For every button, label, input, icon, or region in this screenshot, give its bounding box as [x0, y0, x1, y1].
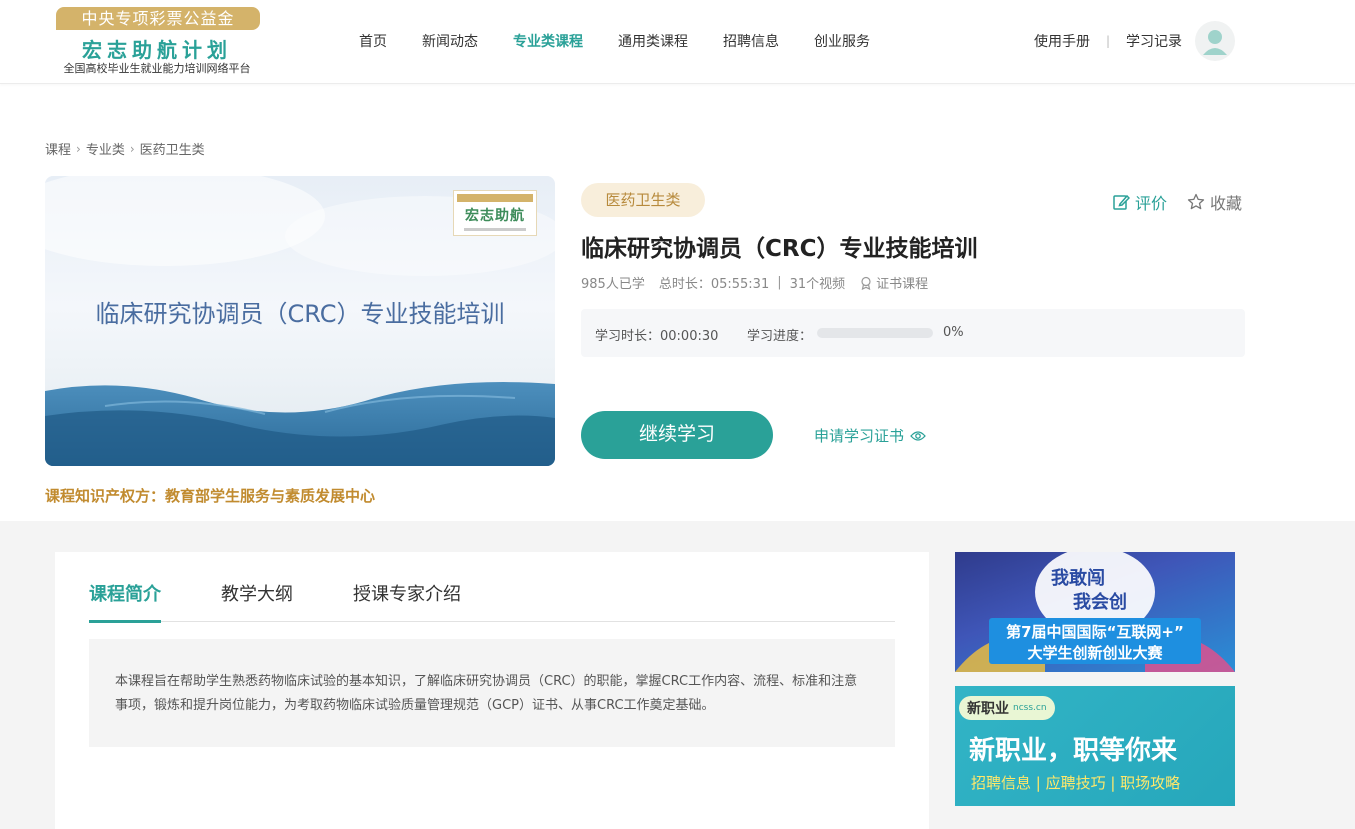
- course-meta: 985人已学 总时长：05:55:31 | 31个视频 证书课程: [581, 273, 929, 292]
- apply-certificate-link[interactable]: 申请学习证书: [814, 425, 926, 446]
- breadcrumb-courses[interactable]: 课程: [45, 139, 71, 158]
- tab-intro[interactable]: 课程简介: [89, 580, 161, 623]
- cover-badge-text: 宏志助航: [465, 208, 525, 224]
- cover-title: 临床研究协调员（CRC）专业技能培训: [95, 300, 505, 328]
- nav-recruitment[interactable]: 招聘信息: [723, 31, 779, 51]
- eye-icon: [910, 430, 926, 441]
- progress-percent: 0%: [943, 325, 964, 340]
- breadcrumb: 课程 › 专业类 › 医药卫生类: [45, 139, 205, 159]
- new-career-headline: 新职业，职等你来: [969, 736, 1178, 766]
- course-tabs: 课程简介 教学大纲 授课专家介绍: [89, 580, 895, 623]
- new-career-banner[interactable]: 新职业 ncss.cn 新职业，职等你来 招聘信息 | 应聘技巧 | 职场攻略: [955, 686, 1235, 806]
- tab-syllabus[interactable]: 教学大纲: [221, 580, 293, 622]
- contest-title-line-1: 第7届中国国际“互联网+”: [1006, 623, 1184, 641]
- study-records-link[interactable]: 学习记录: [1126, 31, 1182, 51]
- course-title: 临床研究协调员（CRC）专业技能培训: [581, 236, 978, 262]
- logo-top-text: 中央专项彩票公益金: [56, 7, 260, 30]
- course-actions: 评价 收藏: [1112, 190, 1242, 214]
- new-career-links: 招聘信息 | 应聘技巧 | 职场攻略: [971, 774, 1181, 792]
- contest-title-line-2: 大学生创新创业大赛: [1027, 644, 1163, 662]
- favorite-button[interactable]: 收藏: [1187, 190, 1242, 214]
- main-nav: 首页 新闻动态 专业类课程 通用类课程 招聘信息 创业服务: [359, 31, 905, 51]
- breadcrumb-professional[interactable]: 专业类: [86, 139, 125, 158]
- course-intro-text: 本课程旨在帮助学生熟悉药物临床试验的基本知识，了解临床研究协调员（CRC）的职能…: [89, 639, 895, 747]
- new-career-brand: 新职业: [967, 701, 1009, 717]
- cover-logo-badge: 宏志助航: [453, 190, 537, 236]
- cert-course-label: 证书课程: [876, 277, 929, 292]
- site-header: 中央专项彩票公益金 宏志助航计划 全国高校毕业生就业能力培训网络平台 首页 新闻…: [0, 0, 1355, 84]
- study-progress-label: 学习进度：: [747, 329, 813, 344]
- study-time: 学习时长：00:00:30: [595, 329, 719, 344]
- tab-experts[interactable]: 授课专家介绍: [353, 580, 461, 622]
- user-avatar[interactable]: [1195, 21, 1235, 61]
- contest-slogan-1: 我敢闯: [1051, 568, 1105, 589]
- progress-bar: [817, 328, 933, 338]
- logo-main-text: 宏志助航计划: [82, 38, 232, 62]
- chevron-right-icon: ›: [76, 141, 81, 156]
- chevron-right-icon: ›: [129, 141, 135, 156]
- continue-learning-button[interactable]: 继续学习: [581, 411, 773, 459]
- contest-slogan-2: 我会创: [1073, 592, 1127, 613]
- ip-owner-text: 课程知识产权方：教育部学生服务与素质发展中心: [45, 487, 376, 505]
- cert-course-badge: 证书课程: [859, 273, 928, 292]
- breadcrumb-medical[interactable]: 医药卫生类: [140, 139, 205, 158]
- rate-label: 评价: [1135, 194, 1168, 213]
- apply-certificate-label: 申请学习证书: [814, 427, 905, 445]
- nav-news[interactable]: 新闻动态: [422, 31, 478, 51]
- site-logo[interactable]: 中央专项彩票公益金 宏志助航计划 全国高校毕业生就业能力培训网络平台: [54, 7, 260, 77]
- study-progress-panel: 学习时长：00:00:30 学习进度： 0%: [581, 309, 1245, 357]
- nav-startup[interactable]: 创业服务: [814, 31, 870, 51]
- rate-button[interactable]: 评价: [1112, 190, 1167, 214]
- user-manual-link[interactable]: 使用手册: [1034, 31, 1090, 51]
- certificate-icon: [861, 276, 871, 290]
- category-tag: 医药卫生类: [581, 183, 705, 217]
- favorite-label: 收藏: [1210, 194, 1243, 213]
- total-duration: 总时长：05:55:31: [658, 277, 770, 292]
- star-icon: [1187, 193, 1205, 210]
- new-career-brand-badge: 新职业 ncss.cn: [959, 696, 1055, 720]
- header-links: 使用手册 | 学习记录: [1034, 31, 1182, 51]
- user-avatar-icon: [1203, 30, 1227, 55]
- new-career-site: ncss.cn: [1013, 703, 1047, 713]
- learner-count: 985人已学: [581, 277, 645, 292]
- video-count: 31个视频: [789, 277, 846, 292]
- edit-icon: [1113, 194, 1130, 210]
- nav-home[interactable]: 首页: [359, 31, 387, 51]
- course-cover-image[interactable]: 宏志助航 临床研究协调员（CRC）专业技能培训: [45, 176, 555, 466]
- logo-sub-text: 全国高校毕业生就业能力培训网络平台: [63, 62, 251, 75]
- nav-professional-courses[interactable]: 专业类课程: [513, 31, 583, 51]
- course-detail-panel: 课程简介 教学大纲 授课专家介绍 本课程旨在帮助学生熟悉药物临床试验的基本知识，…: [55, 552, 929, 829]
- header-separator: |: [1106, 34, 1111, 48]
- nav-general-courses[interactable]: 通用类课程: [618, 31, 688, 51]
- internet-plus-contest-banner[interactable]: 我敢闯 我会创 第7届中国国际“互联网+” 大学生创新创业大赛: [955, 552, 1235, 672]
